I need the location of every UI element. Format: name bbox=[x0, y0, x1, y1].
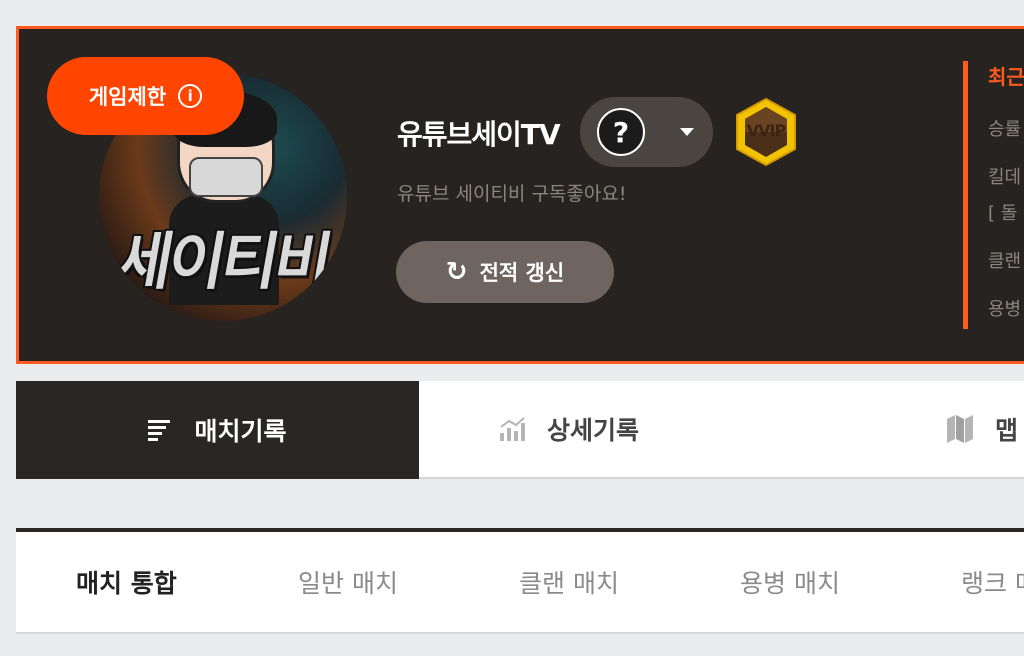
recent-summary-panel: 최근 승률 킬데 [ 돌 클랜 용병 bbox=[963, 61, 1024, 329]
profile-panel: 세이티비 게임제한 i 유튜브세이TV ? VVIP 유튜브 세이티비 구독좋아… bbox=[16, 26, 1024, 364]
subtab-rank-matches[interactable]: 랭크 매 bbox=[961, 532, 1024, 632]
info-icon[interactable]: i bbox=[178, 84, 203, 108]
avatar-name-art: 세이티비 bbox=[109, 225, 335, 298]
vvip-badge-icon: VVIP bbox=[735, 97, 797, 167]
tab-match-record[interactable]: 매치기록 bbox=[16, 381, 419, 479]
recent-row-winrate: 승률 bbox=[988, 119, 1022, 140]
match-type-tabs: 매치 통합 일반 매치 클랜 매치 용병 매치 랭크 매 bbox=[16, 528, 1024, 634]
subtab-normal-matches[interactable]: 일반 매치 bbox=[298, 532, 398, 632]
subtab-all-matches[interactable]: 매치 통합 bbox=[76, 532, 177, 632]
main-tabs: 매치기록 상세기록 맵 bbox=[16, 381, 1024, 479]
game-restriction-badge[interactable]: 게임제한 i bbox=[47, 57, 244, 135]
recent-row-kd: 킬데 bbox=[988, 167, 1022, 188]
tab-map[interactable]: 맵 bbox=[719, 381, 1024, 479]
tab-label: 상세기록 bbox=[546, 416, 639, 445]
chevron-down-icon bbox=[680, 128, 694, 136]
help-dropdown[interactable]: ? bbox=[580, 97, 713, 167]
tab-label: 맵 bbox=[995, 416, 1019, 445]
recent-title: 최근 bbox=[988, 65, 1024, 89]
recent-row-detail: [ 돌 bbox=[988, 203, 1018, 224]
player-nickname: 유튜브세이TV bbox=[397, 118, 561, 151]
question-icon: ? bbox=[597, 108, 645, 156]
vvip-label: VVIP bbox=[746, 121, 786, 140]
stats-chart-icon bbox=[499, 417, 525, 441]
tab-label: 매치기록 bbox=[194, 417, 287, 446]
refresh-label: 전적 갱신 bbox=[479, 261, 565, 285]
profile-intro: 유튜브 세이티비 구독좋아요! bbox=[397, 183, 627, 205]
refresh-record-button[interactable]: ↻ 전적 갱신 bbox=[396, 241, 614, 303]
refresh-icon: ↻ bbox=[445, 257, 468, 287]
restriction-label: 게임제한 bbox=[88, 85, 167, 109]
tab-detail-record[interactable]: 상세기록 bbox=[419, 381, 719, 479]
list-icon bbox=[148, 420, 171, 441]
recent-row-mercenary: 용병 bbox=[988, 299, 1022, 320]
subtab-clan-matches[interactable]: 클랜 매치 bbox=[519, 532, 619, 632]
map-icon bbox=[947, 415, 973, 443]
avatar-mask bbox=[189, 157, 263, 197]
recent-row-clan: 클랜 bbox=[988, 251, 1022, 272]
subtab-mercenary-matches[interactable]: 용병 매치 bbox=[740, 532, 840, 632]
